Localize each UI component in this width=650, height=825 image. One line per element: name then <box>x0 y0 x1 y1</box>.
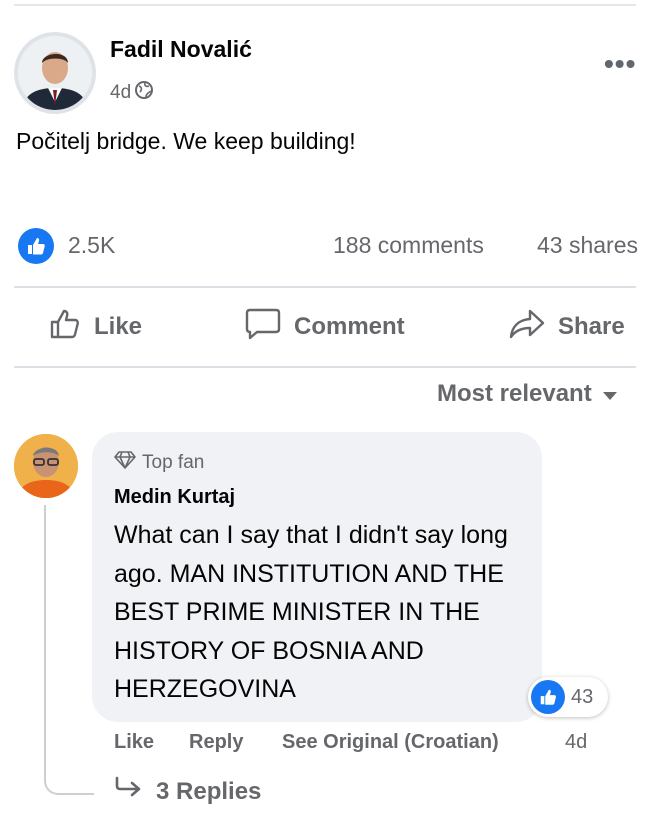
sort-dropdown[interactable]: Most relevant <box>437 380 618 408</box>
more-options-icon[interactable]: ••• <box>604 50 636 78</box>
divider <box>14 366 636 368</box>
commenter-avatar[interactable] <box>14 434 78 498</box>
top-divider <box>14 4 636 6</box>
share-label: Share <box>558 313 625 340</box>
divider <box>14 286 636 288</box>
comment-text: What can I say that I didn't say long ag… <box>114 521 508 703</box>
like-button[interactable]: Like <box>48 305 142 349</box>
top-fan-label: Top fan <box>142 452 205 473</box>
comment-author[interactable]: Medin Kurtaj <box>114 486 235 509</box>
sort-label: Most relevant <box>437 380 592 407</box>
like-reaction-icon[interactable] <box>18 228 54 264</box>
see-original-link[interactable]: See Original (Croatian) <box>282 731 499 754</box>
comment-like-link[interactable]: Like <box>114 731 154 754</box>
comment-time[interactable]: 4d <box>565 731 587 754</box>
reaction-count[interactable]: 2.5K <box>68 232 115 259</box>
shares-count[interactable]: 43 shares <box>537 232 650 259</box>
post-time[interactable]: 4d <box>110 82 131 104</box>
globe-icon <box>134 80 154 106</box>
post-meta: 4d <box>110 80 154 106</box>
comment-reactions[interactable]: 43 <box>528 677 608 717</box>
comment-label: Comment <box>294 313 405 340</box>
comment-button[interactable]: Comment <box>244 305 405 349</box>
thread-line <box>44 505 94 795</box>
like-reaction-icon <box>531 680 565 714</box>
view-replies-link[interactable]: 3 Replies <box>114 776 261 807</box>
post-text: Počitelj bridge. We keep building! <box>16 128 356 154</box>
replies-label: 3 Replies <box>156 777 262 805</box>
post-author[interactable]: Fadil Novalić <box>110 36 252 63</box>
share-button[interactable]: Share <box>508 305 625 349</box>
thumbs-up-icon <box>48 307 82 348</box>
comment-reply-link[interactable]: Reply <box>189 731 243 754</box>
comment-reaction-count: 43 <box>571 685 594 708</box>
caret-down-icon <box>602 380 618 408</box>
share-icon <box>508 307 546 348</box>
author-avatar[interactable] <box>18 36 92 110</box>
comments-count[interactable]: 188 comments <box>333 232 484 259</box>
top-fan-badge[interactable]: Top fan <box>114 451 204 475</box>
comment-icon <box>244 307 282 348</box>
reply-arrow-icon <box>114 776 144 807</box>
diamond-icon <box>114 451 136 475</box>
like-label: Like <box>94 313 143 340</box>
